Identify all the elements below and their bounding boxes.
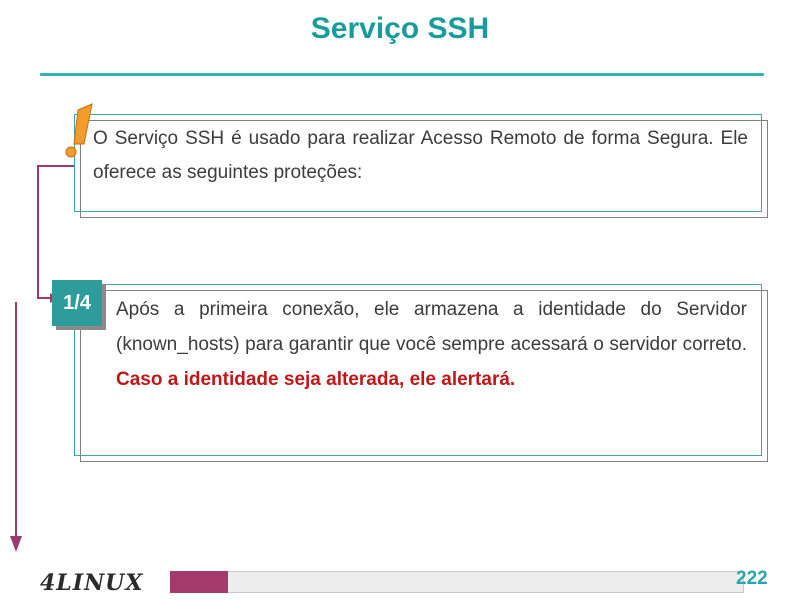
step-badge: 1/4 — [52, 280, 102, 326]
point-alert: Caso a identidade seja alterada, ele ale… — [116, 369, 516, 390]
intro-text: O Serviço SSH é usado para realizar Aces… — [93, 128, 748, 183]
footer-bar — [170, 571, 744, 593]
connector-line — [37, 165, 74, 299]
point-body: Após a primeira conexão, ele armazena a … — [116, 299, 747, 355]
footer-accent — [170, 571, 228, 593]
arrow-down-icon — [10, 536, 22, 552]
page-number: 222 — [736, 568, 768, 589]
brand-logo: 4LINUX — [40, 570, 144, 596]
point-text: Após a primeira conexão, ele armazena a … — [116, 292, 747, 397]
exclamation-icon — [65, 103, 93, 158]
